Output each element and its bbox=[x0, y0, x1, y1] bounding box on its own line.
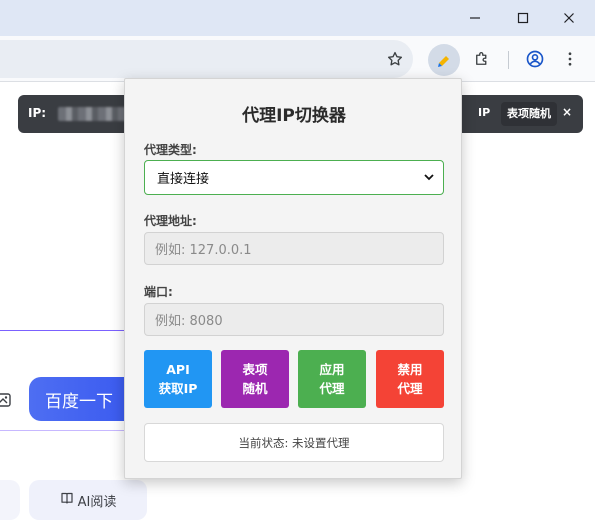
disable-proxy-button[interactable]: 禁用 代理 bbox=[376, 350, 444, 408]
banner-random-button[interactable]: 表项随机 bbox=[501, 102, 557, 126]
banner-close-icon[interactable]: × bbox=[562, 105, 572, 119]
title-bar bbox=[0, 0, 595, 36]
port-label: 端口: bbox=[144, 285, 173, 299]
popup-title: 代理IP切换器 bbox=[242, 106, 346, 126]
maximize-icon[interactable] bbox=[500, 0, 546, 36]
puzzle-icon[interactable] bbox=[469, 46, 495, 72]
more-vert-icon[interactable] bbox=[557, 46, 583, 72]
proxy-type-label: 代理类型: bbox=[144, 143, 197, 157]
image-search-icon[interactable] bbox=[0, 392, 12, 407]
random-entry-button[interactable]: 表项 随机 bbox=[221, 350, 289, 408]
proxy-extension-icon[interactable] bbox=[428, 44, 460, 76]
ai-read-label: AI阅读 bbox=[77, 494, 117, 510]
search-submit-button[interactable]: 百度一下 bbox=[29, 377, 129, 421]
star-icon[interactable] bbox=[382, 46, 408, 72]
search-box-border-top bbox=[0, 330, 128, 331]
api-get-ip-button[interactable]: API 获取IP bbox=[144, 350, 212, 408]
page-chip[interactable] bbox=[0, 480, 20, 520]
chevron-down-icon bbox=[423, 171, 435, 183]
proxy-status: 当前状态: 未设置代理 bbox=[144, 423, 444, 462]
toolbar-separator bbox=[508, 51, 509, 69]
proxy-address-label: 代理地址: bbox=[144, 214, 197, 228]
ai-read-chip[interactable]: AI阅读 bbox=[29, 480, 147, 520]
proxy-switcher-popup: 代理IP切换器 代理类型: 直接连接 代理地址: 例如: 127.0.0.1 端… bbox=[124, 78, 462, 479]
proxy-address-placeholder: 例如: 127.0.0.1 bbox=[155, 243, 252, 258]
port-placeholder: 例如: 8080 bbox=[155, 314, 223, 329]
proxy-address-input[interactable]: 例如: 127.0.0.1 bbox=[144, 232, 444, 265]
close-icon[interactable] bbox=[546, 0, 592, 36]
book-icon bbox=[60, 491, 74, 509]
minimize-icon[interactable] bbox=[452, 0, 498, 36]
search-box-border-bottom bbox=[0, 430, 128, 431]
profile-icon[interactable] bbox=[522, 46, 548, 72]
banner-ip-prefix: IP bbox=[478, 106, 491, 119]
proxy-type-value: 直接连接 bbox=[157, 172, 210, 187]
apply-proxy-button[interactable]: 应用 代理 bbox=[298, 350, 366, 408]
address-bar[interactable] bbox=[0, 40, 413, 78]
browser-toolbar bbox=[0, 36, 595, 82]
ip-label: IP: bbox=[28, 106, 47, 120]
port-input[interactable]: 例如: 8080 bbox=[144, 303, 444, 336]
proxy-type-select[interactable]: 直接连接 bbox=[144, 160, 444, 195]
